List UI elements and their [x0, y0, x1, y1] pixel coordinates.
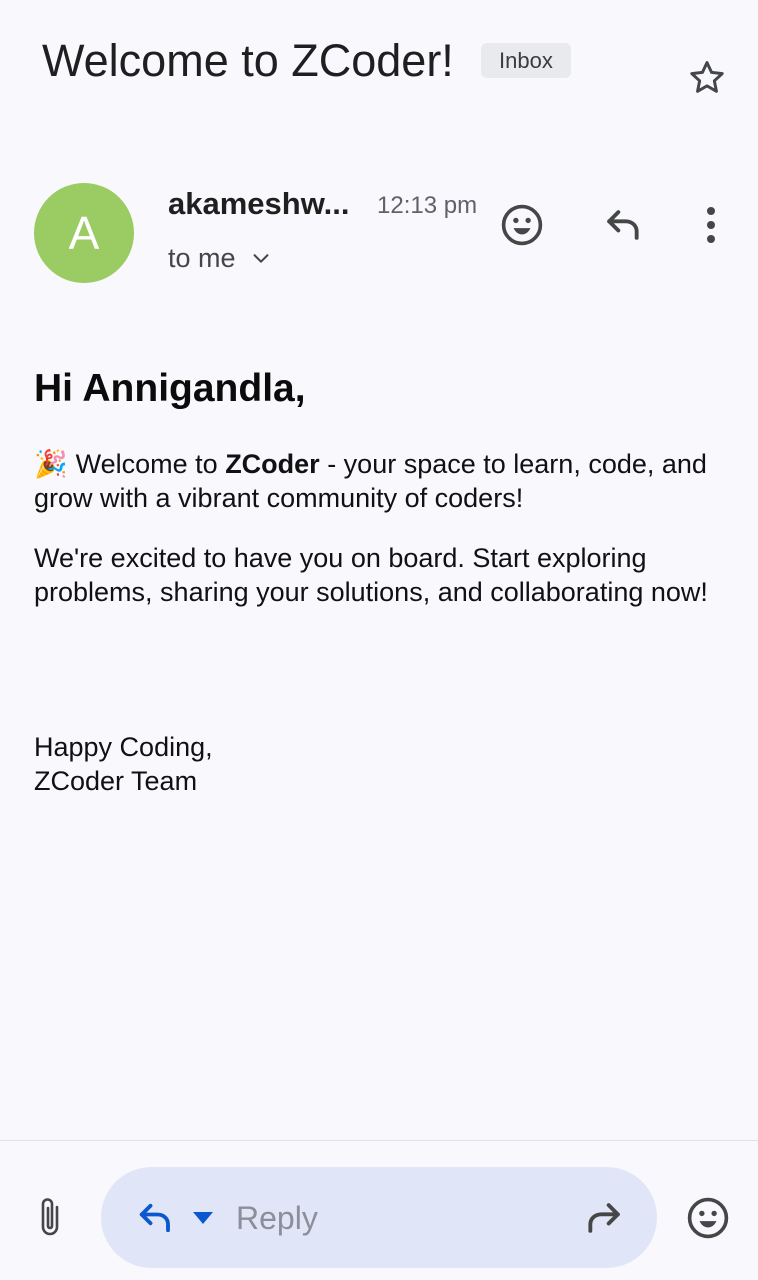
reply-type-button[interactable] — [130, 1194, 178, 1242]
add-reaction-button[interactable] — [496, 199, 548, 251]
inbox-label-chip[interactable]: Inbox — [481, 43, 571, 78]
brand-name: ZCoder — [225, 449, 320, 479]
more-options-button[interactable] — [690, 199, 732, 251]
forward-icon — [588, 1203, 620, 1233]
star-outline-icon — [690, 61, 724, 93]
recipient-details-toggle[interactable]: to me — [168, 240, 272, 276]
signoff-line: Happy Coding, — [34, 732, 213, 762]
intro-paragraph: We're excited to have you on board. Star… — [34, 543, 708, 607]
greeting-heading: Hi Annigandla, — [34, 367, 306, 410]
reply-button[interactable] — [596, 199, 648, 251]
welcome-prefix: Welcome to — [75, 449, 226, 479]
emoji-icon — [501, 204, 543, 246]
bottom-divider — [0, 1140, 758, 1141]
chevron-down-icon — [250, 247, 272, 269]
welcome-paragraph: 🎉 Welcome to ZCoder - your space to learn… — [34, 447, 724, 515]
party-popper-emoji: 🎉 — [34, 449, 68, 479]
sender-name[interactable]: akameshw... — [168, 184, 363, 224]
recipient-label: to me — [168, 243, 236, 273]
emoji-reaction-button[interactable] — [682, 1192, 734, 1244]
signature-line: ZCoder Team — [34, 766, 198, 796]
reply-type-dropdown[interactable] — [186, 1200, 220, 1236]
email-subject: Welcome to ZCoder! — [42, 35, 454, 86]
forward-button[interactable] — [580, 1194, 630, 1242]
sender-avatar[interactable]: A — [34, 183, 134, 283]
message-time: 12:13 pm — [377, 192, 478, 219]
dropdown-icon — [193, 1212, 213, 1224]
attach-icon — [41, 1198, 59, 1236]
star-button[interactable] — [683, 54, 731, 102]
attach-button[interactable] — [24, 1192, 76, 1244]
reply-icon — [607, 210, 639, 240]
reply-compose-bar[interactable] — [101, 1167, 657, 1268]
emoji-icon — [687, 1197, 729, 1239]
more-vert-icon — [707, 207, 715, 243]
reply-icon — [139, 1203, 170, 1233]
reply-input[interactable]: Reply — [236, 1198, 318, 1238]
